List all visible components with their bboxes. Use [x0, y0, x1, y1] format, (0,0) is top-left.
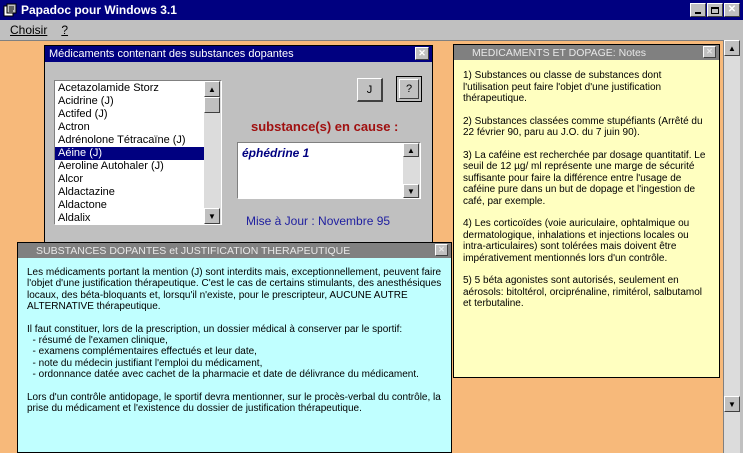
justification-item: - examens complémentaires effectués et l…	[27, 346, 257, 358]
close-button[interactable]: ✕	[724, 3, 740, 17]
minimize-button[interactable]	[690, 3, 706, 17]
medicaments-titlebar[interactable]: Médicaments contenant des substances dop…	[45, 46, 432, 62]
menu-choisir[interactable]: Choisir	[10, 23, 47, 37]
note-item: 3) La caféine est recherchée par dosage …	[463, 149, 706, 207]
list-scrollbar[interactable]: ▲ ▼	[204, 81, 221, 224]
maximize-icon	[711, 6, 719, 14]
list-item[interactable]: Aldactone	[55, 199, 204, 212]
list-item[interactable]: Aldactazine	[55, 186, 204, 199]
notes-window: MEDICAMENTS ET DOPAGE: Notes ✕ 1) Substa…	[453, 44, 720, 378]
justification-title: SUBSTANCES DOPANTES et JUSTIFICATION THE…	[36, 244, 351, 257]
list-item[interactable]: Adrénolone Tétracaïne (J)	[55, 134, 204, 147]
help-button[interactable]: ?	[396, 76, 422, 102]
note-item: 5) 5 béta agonistes sont autorisés, seul…	[463, 275, 702, 309]
list-item[interactable]: Acidrine (J)	[55, 95, 204, 108]
list-item[interactable]: Aéine (J)	[55, 147, 204, 160]
list-item[interactable]: Acetazolamide Storz	[55, 82, 204, 95]
substance-scrollbar[interactable]: ▲ ▼	[403, 143, 420, 198]
note-item: 2) Substances classées comme stupéfiants…	[463, 115, 703, 139]
justification-para-1: Les médicaments portant la mention (J) s…	[27, 267, 442, 313]
close-icon: ✕	[418, 48, 426, 58]
justification-item: - note du médecin justifiant l'emploi du…	[27, 357, 263, 369]
medicaments-list[interactable]: Acetazolamide Storz Acidrine (J) Actifed (…	[54, 80, 222, 225]
substance-heading: substance(s) en cause :	[251, 119, 399, 134]
list-item[interactable]: Aeroline Autohaler (J)	[55, 160, 204, 173]
substance-value: éphédrine 1	[242, 146, 310, 160]
workspace-scrollbar[interactable]: ▲ ▼	[723, 40, 740, 453]
justification-titlebar[interactable]: SUBSTANCES DOPANTES et JUSTIFICATION THE…	[18, 243, 451, 258]
maximize-button[interactable]	[707, 3, 723, 17]
app-icon	[3, 3, 17, 17]
medicaments-title: Médicaments contenant des substances dop…	[49, 48, 294, 60]
help-button-label: ?	[405, 83, 413, 95]
substance-scroll-up-button[interactable]: ▲	[403, 143, 419, 157]
close-icon: ✕	[438, 245, 445, 254]
note-item: 4) Les corticoïdes (voie auriculaire, op…	[463, 218, 690, 264]
scroll-up-button[interactable]: ▲	[724, 40, 740, 56]
arrow-up-icon: ▲	[208, 84, 216, 94]
arrow-up-icon: ▲	[407, 145, 415, 155]
scroll-down-button[interactable]: ▼	[724, 396, 740, 412]
close-icon: ✕	[727, 4, 737, 15]
arrow-down-icon: ▼	[208, 211, 216, 221]
menu-bar: Choisir ?	[0, 20, 743, 40]
justification-item: - résumé de l'examen clinique,	[27, 335, 168, 347]
app-titlebar[interactable]: Papadoc pour Windows 3.1 ✕	[0, 0, 743, 20]
list-scroll-thumb[interactable]	[204, 97, 220, 113]
list-scroll-up-button[interactable]: ▲	[204, 81, 220, 97]
list-item[interactable]: Alcor	[55, 173, 204, 186]
arrow-down-icon: ▼	[728, 399, 736, 409]
notes-text: 1) Substances ou classe de substances do…	[463, 70, 708, 310]
list-item[interactable]: Actifed (J)	[55, 108, 204, 121]
list-item[interactable]: Actron	[55, 121, 204, 134]
note-item: 1) Substances ou classe de substances do…	[463, 70, 662, 104]
notes-titlebar[interactable]: MEDICAMENTS ET DOPAGE: Notes ✕	[454, 45, 719, 60]
substance-scroll-down-button[interactable]: ▼	[403, 184, 419, 198]
justification-window: SUBSTANCES DOPANTES et JUSTIFICATION THE…	[17, 242, 452, 453]
close-icon: ✕	[706, 47, 713, 56]
substance-box[interactable]: éphédrine 1 ▲ ▼	[237, 142, 421, 199]
menu-help[interactable]: ?	[61, 23, 68, 37]
list-item[interactable]: Aldalix	[55, 212, 204, 224]
notes-close-button[interactable]: ✕	[703, 46, 716, 58]
app-title: Papadoc pour Windows 3.1	[21, 3, 177, 17]
justification-button[interactable]: J	[357, 78, 383, 102]
minimize-icon	[695, 12, 701, 14]
justification-item: - ordonnance datée avec cachet de la pha…	[27, 369, 419, 381]
justification-para-2: Il faut constituer, lors de la prescript…	[27, 323, 403, 335]
justification-button-label: J	[366, 83, 373, 96]
medicaments-close-button[interactable]: ✕	[415, 47, 429, 60]
justification-text: Les médicaments portant la mention (J) s…	[27, 267, 442, 414]
medicaments-window: Médicaments contenant des substances dop…	[44, 45, 433, 251]
update-label: Mise à Jour : Novembre 95	[246, 214, 391, 228]
justification-para-3: Lors d'un contrôle antidopage, le sporti…	[27, 391, 441, 415]
justification-close-button[interactable]: ✕	[435, 244, 448, 256]
notes-title: MEDICAMENTS ET DOPAGE: Notes	[472, 46, 647, 59]
list-scroll-down-button[interactable]: ▼	[204, 208, 220, 224]
arrow-down-icon: ▼	[407, 186, 415, 196]
arrow-up-icon: ▲	[728, 43, 736, 53]
